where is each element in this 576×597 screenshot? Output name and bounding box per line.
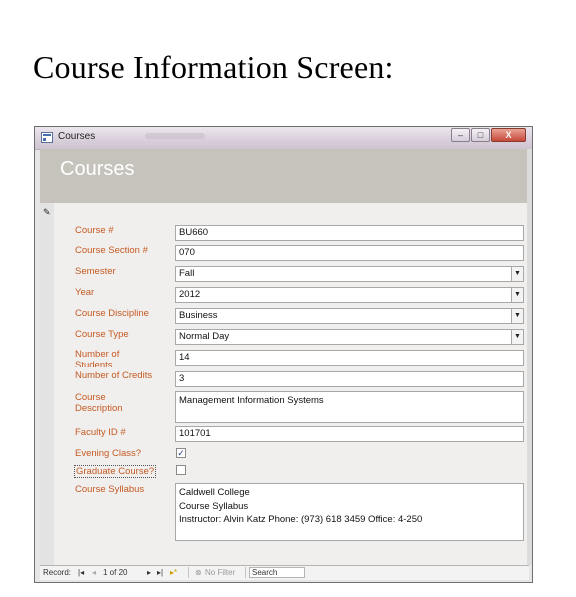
course-type-label: Course Type bbox=[75, 329, 129, 340]
course-number-field[interactable]: BU660 bbox=[175, 225, 524, 241]
form-detail: Course # BU660 Course Section # 070 Seme… bbox=[54, 203, 527, 565]
first-record-icon[interactable]: |◂ bbox=[78, 568, 84, 577]
new-record-icon[interactable]: ▸* bbox=[170, 568, 177, 577]
semester-value: Fall bbox=[179, 268, 195, 279]
form-header: Courses bbox=[40, 149, 527, 203]
form-icon bbox=[41, 132, 53, 143]
form-title: Courses bbox=[60, 158, 135, 180]
chevron-down-icon[interactable]: ▼ bbox=[511, 309, 523, 323]
faculty-id-label: Faculty ID # bbox=[75, 427, 126, 438]
record-selector[interactable]: ✎ bbox=[40, 203, 55, 565]
course-number-label: Course # bbox=[75, 225, 114, 236]
faculty-id-field[interactable]: 101701 bbox=[175, 426, 524, 442]
form-scrollbar[interactable] bbox=[527, 149, 532, 565]
minimize-button[interactable]: – bbox=[451, 128, 470, 142]
course-type-value: Normal Day bbox=[179, 331, 230, 342]
next-record-icon[interactable]: ▸ bbox=[147, 568, 151, 577]
previous-record-icon[interactable]: ◂ bbox=[92, 568, 96, 577]
year-dropdown[interactable]: 2012 ▼ bbox=[175, 287, 524, 303]
search-input[interactable]: Search bbox=[249, 567, 305, 578]
semester-dropdown[interactable]: Fall ▼ bbox=[175, 266, 524, 282]
no-filter-toggle[interactable]: No Filter bbox=[205, 568, 235, 577]
evening-class-label: Evening Class? bbox=[75, 448, 142, 459]
record-label: Record: bbox=[43, 568, 72, 577]
graduate-course-checkbox[interactable] bbox=[176, 465, 186, 475]
course-discipline-dropdown[interactable]: Business ▼ bbox=[175, 308, 524, 324]
number-of-credits-field[interactable]: 3 bbox=[175, 371, 524, 387]
record-navigation-bar: Record: |◂ ◂ 1 of 20 ▸ ▸| ▸* ⊗ No Filter… bbox=[40, 565, 529, 580]
course-syllabus-field[interactable]: Caldwell College Course Syllabus Instruc… bbox=[175, 483, 524, 541]
checkmark-icon: ✓ bbox=[177, 448, 185, 458]
course-description-label: Course Description bbox=[75, 392, 123, 414]
number-of-credits-label: Number of Credits bbox=[75, 370, 153, 381]
pencil-edit-icon: ✎ bbox=[43, 207, 51, 217]
last-record-icon[interactable]: ▸| bbox=[157, 568, 163, 577]
navbar-divider bbox=[245, 567, 246, 578]
titlebar-reflection bbox=[145, 133, 205, 139]
page-heading: Course Information Screen: bbox=[33, 49, 394, 85]
chevron-down-icon[interactable]: ▼ bbox=[511, 267, 523, 281]
course-syllabus-label: Course Syllabus bbox=[75, 484, 145, 495]
courses-window: Courses – □ X Courses ✎ Course # BU660 C… bbox=[34, 126, 533, 583]
filter-icon: ⊗ bbox=[195, 568, 202, 577]
navbar-divider bbox=[188, 567, 189, 578]
course-section-field[interactable]: 070 bbox=[175, 245, 524, 261]
course-section-label: Course Section # bbox=[75, 245, 148, 256]
chevron-down-icon[interactable]: ▼ bbox=[511, 330, 523, 344]
semester-label: Semester bbox=[75, 266, 116, 277]
number-of-students-label: Number of Students bbox=[75, 349, 120, 367]
maximize-button[interactable]: □ bbox=[471, 128, 490, 142]
window-title: Courses bbox=[58, 131, 96, 142]
window-controls: – □ X bbox=[450, 128, 526, 143]
course-description-field[interactable]: Management Information Systems bbox=[175, 391, 524, 423]
chevron-down-icon[interactable]: ▼ bbox=[511, 288, 523, 302]
window-titlebar[interactable]: Courses – □ X bbox=[35, 127, 532, 150]
record-position[interactable]: 1 of 20 bbox=[103, 568, 127, 577]
course-discipline-value: Business bbox=[179, 310, 218, 321]
year-value: 2012 bbox=[179, 289, 201, 300]
course-type-dropdown[interactable]: Normal Day ▼ bbox=[175, 329, 524, 345]
close-button[interactable]: X bbox=[491, 128, 526, 142]
number-of-students-field[interactable]: 14 bbox=[175, 350, 524, 366]
evening-class-checkbox[interactable]: ✓ bbox=[176, 448, 186, 458]
graduate-course-label: Graduate Course? bbox=[74, 465, 157, 478]
course-discipline-label: Course Discipline bbox=[75, 308, 149, 319]
year-label: Year bbox=[75, 287, 95, 298]
